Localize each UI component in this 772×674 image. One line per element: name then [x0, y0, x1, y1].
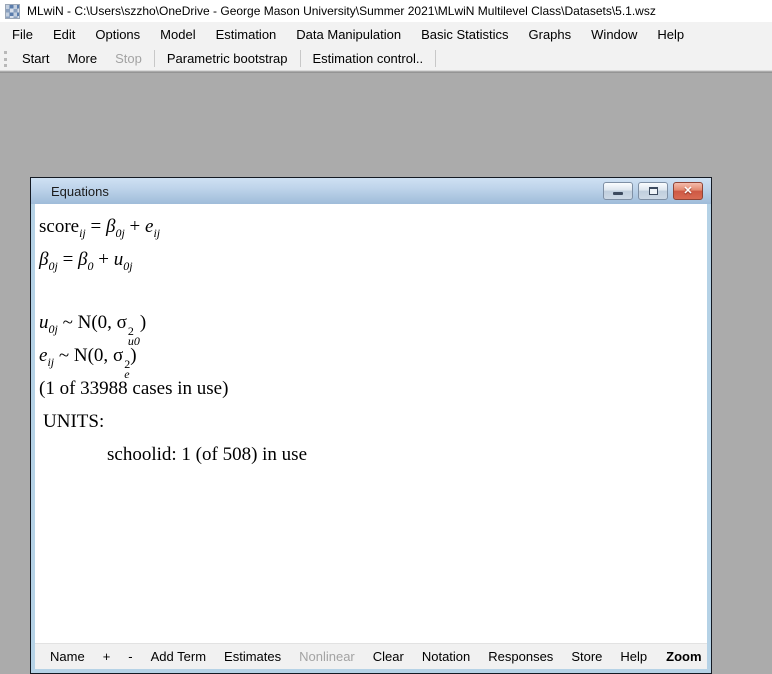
equation-segment: u [114, 249, 124, 270]
equation-score-line: scoreij = β0j + eij [39, 210, 707, 243]
menu-file[interactable]: File [2, 22, 43, 47]
units-schoolid-detail: schoolid: 1 (of 508) in use [107, 438, 707, 471]
equation-segment: 0j [115, 226, 124, 240]
add-term-button[interactable]: Add Term [142, 645, 215, 669]
menu-estimation[interactable]: Estimation [206, 22, 287, 47]
app-title: MLwiN - C:\Users\szzho\OneDrive - George… [27, 4, 656, 18]
maximize-button[interactable] [638, 182, 668, 200]
more-button[interactable]: More [58, 48, 106, 70]
close-button[interactable]: ✕ [673, 182, 703, 200]
equation-segment: ) [130, 345, 136, 366]
menu-edit[interactable]: Edit [43, 22, 85, 47]
start-button[interactable]: Start [13, 48, 58, 70]
menu-basic-statistics[interactable]: Basic Statistics [411, 22, 518, 47]
equation-segment: σ [117, 312, 127, 333]
equation-segment: ~ N(0, [54, 345, 113, 366]
toolbar-grip[interactable] [4, 51, 7, 67]
cases-in-use-note: (1 of 33988 cases in use) [39, 372, 707, 405]
toolbar-separator [300, 50, 301, 67]
minus-button[interactable]: - [119, 645, 141, 669]
minimize-button[interactable] [603, 182, 633, 200]
menu-model[interactable]: Model [150, 22, 205, 47]
parametric-bootstrap-button[interactable]: Parametric bootstrap [158, 48, 297, 70]
screen: MLwiN - C:\Users\szzho\OneDrive - George… [0, 0, 772, 646]
responses-button[interactable]: Responses [479, 645, 562, 669]
menu-options[interactable]: Options [85, 22, 150, 47]
equations-window: Equations ✕ scoreij = β0j + eij β0 [30, 177, 712, 674]
menu-help[interactable]: Help [647, 22, 694, 47]
equation-u0j-distribution: u0j ~ N(0, σ2u0) [39, 306, 707, 339]
equation-segment: 0j [123, 259, 132, 273]
equations-titlebar[interactable]: Equations ✕ [31, 178, 711, 204]
equation-segment: + [125, 216, 145, 237]
equations-frame: scoreij = β0j + eij β0j = β0 + u0j u0j ~… [31, 204, 711, 673]
equation-segment: = [58, 249, 78, 270]
units-label: UNITS: [43, 405, 707, 438]
equation-segment: score [39, 216, 79, 237]
maximize-icon [649, 187, 658, 195]
equation-segment: = [86, 216, 106, 237]
equation-beta0j-line: β0j = β0 + u0j [39, 243, 707, 276]
equation-segment: σ [113, 345, 123, 366]
equation-segment: ) [140, 312, 146, 333]
equation-segment: ij [79, 226, 86, 240]
equation-segment: 0j [48, 259, 57, 273]
app-titlebar: MLwiN - C:\Users\szzho\OneDrive - George… [0, 0, 772, 22]
toolbar-separator [435, 50, 436, 67]
stop-button: Stop [106, 48, 151, 70]
main-toolbar: Start More Stop Parametric bootstrap Est… [0, 47, 772, 71]
equation-segment: + [94, 249, 114, 270]
equation-segment: u [39, 312, 49, 333]
minimize-icon [613, 192, 623, 195]
equations-toolbar: Name + - Add Term Estimates Nonlinear Cl… [35, 643, 707, 669]
equation-segment: ~ N(0, [58, 312, 117, 333]
mlwin-app-icon [5, 4, 20, 19]
equation-segment: 0j [49, 322, 58, 336]
menu-data-manipulation[interactable]: Data Manipulation [286, 22, 411, 47]
zoom-label: Zoom [656, 649, 705, 664]
equation-segment: ij [153, 226, 160, 240]
menu-window[interactable]: Window [581, 22, 647, 47]
close-icon: ✕ [683, 186, 692, 197]
equation-spacer [39, 276, 707, 306]
nonlinear-button: Nonlinear [290, 645, 364, 669]
name-button[interactable]: Name [41, 645, 94, 669]
help-button[interactable]: Help [611, 645, 656, 669]
notation-button[interactable]: Notation [413, 645, 479, 669]
equations-window-title: Equations [51, 184, 603, 199]
menu-graphs[interactable]: Graphs [519, 22, 582, 47]
window-controls: ✕ [603, 182, 703, 200]
equation-segment: β [78, 249, 87, 270]
zoom-combobox[interactable]: 100 ▾ [708, 647, 711, 667]
equations-content: scoreij = β0j + eij β0j = β0 + u0j u0j ~… [35, 204, 707, 643]
store-button[interactable]: Store [562, 645, 611, 669]
estimates-button[interactable]: Estimates [215, 645, 290, 669]
menu-bar: File Edit Options Model Estimation Data … [0, 22, 772, 47]
plus-button[interactable]: + [94, 645, 120, 669]
clear-button[interactable]: Clear [364, 645, 413, 669]
estimation-control-button[interactable]: Estimation control.. [304, 48, 433, 70]
toolbar-separator [154, 50, 155, 67]
mdi-workspace: Equations ✕ scoreij = β0j + eij β0 [0, 72, 772, 646]
